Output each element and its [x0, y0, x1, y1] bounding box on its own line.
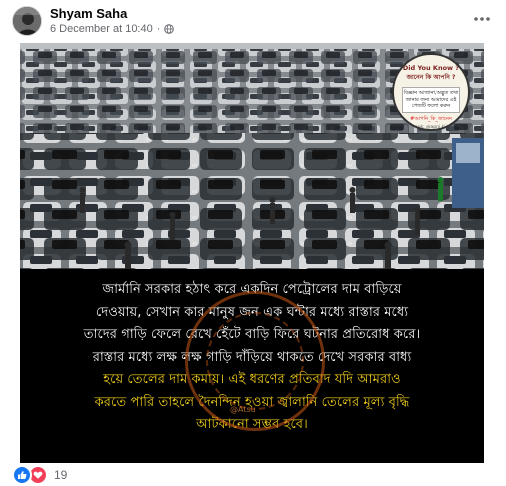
- caption-line: আটকানো সম্ভব হবে।: [196, 417, 308, 432]
- badge-description: বিজ্ঞান আজানা,অদ্ভুত তথ্য জানার জন্য আমা…: [402, 87, 460, 113]
- badge-subtitle: জানেন কি আপনি ?: [406, 74, 456, 81]
- like-icon: [12, 465, 32, 485]
- reactions-summary[interactable]: 19: [12, 465, 67, 485]
- caption-line: রাস্তার মধ্যে লক্ষ লক্ষ গাড়ি দাঁড়িয়ে …: [92, 349, 412, 365]
- post-header: Shyam Saha 6 December at 10:40 ·: [0, 0, 506, 42]
- caption-line: তাদের গাড়ি ফেলে রেখে হেঁটে বাড়ি ফিরে ঘ…: [83, 327, 421, 342]
- badge-title: Did You Know ?: [402, 64, 460, 72]
- watermark-text: @Atsu: [230, 405, 256, 414]
- avatar[interactable]: [12, 6, 42, 36]
- meta-separator: ·: [156, 23, 161, 35]
- more-options-icon[interactable]: [470, 10, 494, 28]
- post-meta: 6 December at 10:40 ·: [50, 23, 175, 35]
- globe-icon[interactable]: [164, 24, 175, 34]
- reaction-count[interactable]: 19: [54, 468, 67, 482]
- post-image[interactable]: Did You Know ? জানেন কি আপনি ? বিজ্ঞান আ…: [20, 43, 484, 463]
- author-name[interactable]: Shyam Saha: [50, 6, 127, 21]
- caption-line: জার্মানি সরকার হঠাৎ করে একদিন পেট্রোলের …: [102, 282, 402, 297]
- post-footer: 19: [0, 462, 506, 486]
- caption-line: হয়ে তেলের দাম কমায়। এই ধরণের প্রতিবাদ …: [103, 372, 401, 387]
- page-logo-badge: Did You Know ? জানেন কি আপনি ? বিজ্ঞান আ…: [392, 53, 470, 131]
- image-caption: জার্মানি সরকার হঠাৎ করে একদিন পেট্রোলের …: [20, 273, 484, 463]
- caption-line: দেওয়ায়, সেখান কার মানুষ জন এক ঘন্টার ম…: [95, 304, 409, 320]
- post-timestamp[interactable]: 6 December at 10:40: [50, 23, 153, 35]
